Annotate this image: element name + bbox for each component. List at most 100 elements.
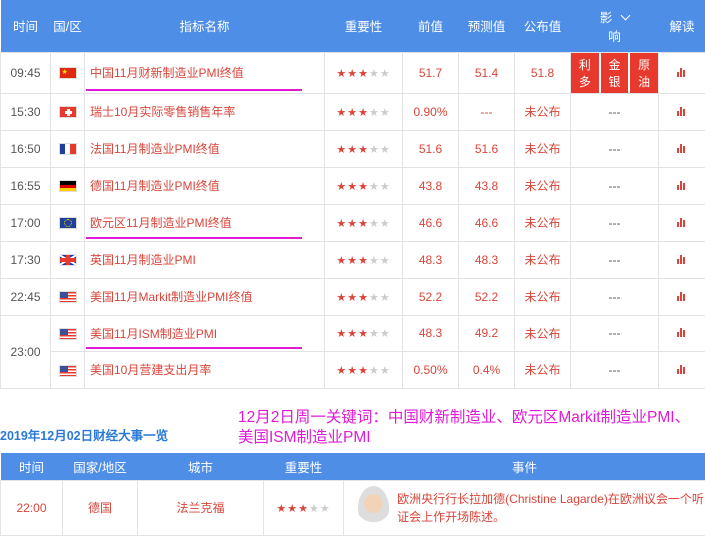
col-actual: 公布值 [515, 0, 571, 52]
table-row: 17:00欧元区11月制造业PMI终值★★★★★46.646.6未公布--- [1, 204, 705, 241]
table-row: 16:50法国11月制造业PMI终值★★★★★51.651.6未公布--- [1, 130, 705, 167]
ev-col-city: 城市 [138, 453, 264, 480]
us-flag-icon [59, 328, 77, 340]
keywords-text: 12月2日周一关键词：中国财新制造业、欧元区Markit制造业PMI、美国ISM… [238, 408, 698, 448]
row-actual: 未公布 [515, 130, 571, 167]
table-row: 09:45★中国11月财新制造业PMI终值★★★★★51.751.451.8利多… [1, 52, 705, 93]
row-interpret[interactable] [659, 93, 705, 130]
chevron-down-icon[interactable] [621, 10, 631, 20]
row-interpret[interactable] [659, 241, 705, 278]
ev-col-importance: 重要性 [264, 453, 344, 480]
bar-chart-icon[interactable] [677, 292, 687, 301]
row-actual: 未公布 [515, 315, 571, 352]
row-stars: ★★★★★ [325, 204, 403, 241]
row-time: 23:00 [1, 315, 51, 388]
row-previous: 48.3 [403, 315, 459, 352]
highlight-underline [86, 347, 302, 349]
row-flag [51, 352, 85, 389]
row-flag: ★ [51, 52, 85, 93]
row-time: 17:00 [1, 204, 51, 241]
row-previous: 43.8 [403, 167, 459, 204]
ev-col-time: 时间 [1, 453, 63, 480]
col-forecast: 预测值 [459, 0, 515, 52]
row-interpret[interactable] [659, 315, 705, 352]
event-text[interactable]: 欧洲央行行长拉加德(Christine Lagarde)在欧洲议会一个听证会上作… [397, 490, 705, 526]
row-previous: 0.50% [403, 352, 459, 389]
row-previous: 0.90% [403, 93, 459, 130]
impact-tag: 原油 [630, 53, 658, 93]
col-indicator: 指标名称 [85, 0, 325, 52]
row-previous: 48.3 [403, 241, 459, 278]
bar-chart-icon[interactable] [677, 144, 687, 153]
row-flag [51, 93, 85, 130]
row-indicator[interactable]: 美国11月Markit制造业PMI终值 [85, 278, 325, 315]
row-indicator[interactable]: 英国11月制造业PMI [85, 241, 325, 278]
table-header: 时间 国/区 指标名称 重要性 前值 预测值 公布值 影响 解读 [1, 0, 705, 52]
row-indicator[interactable]: 美国11月ISM制造业PMI [85, 315, 325, 352]
row-previous: 46.6 [403, 204, 459, 241]
row-stars: ★★★★★ [325, 352, 403, 389]
de-flag-icon [59, 180, 77, 192]
uk-flag-icon [59, 254, 77, 266]
row-indicator[interactable]: 瑞士10月实际零售销售年率 [85, 93, 325, 130]
row-interpret[interactable] [659, 130, 705, 167]
ev-col-country: 国家/地区 [63, 453, 138, 480]
bar-chart-icon[interactable] [677, 68, 687, 77]
row-impact: 利多金银原油 [571, 52, 659, 93]
bar-chart-icon[interactable] [677, 255, 687, 264]
event-stars: ★★★★★ [264, 480, 344, 535]
row-indicator[interactable]: 德国11月制造业PMI终值 [85, 167, 325, 204]
row-indicator[interactable]: 欧元区11月制造业PMI终值 [85, 204, 325, 241]
col-previous: 前值 [403, 0, 459, 52]
row-interpret[interactable] [659, 204, 705, 241]
event-row: 22:00 德国 法兰克福 ★★★★★ 欧洲央行行长拉加德(Christine … [1, 480, 705, 535]
row-indicator[interactable]: 中国11月财新制造业PMI终值 [85, 52, 325, 93]
event-time: 22:00 [1, 480, 63, 535]
col-region: 国/区 [51, 0, 85, 52]
section-title[interactable]: 2019年12月02日财经大事一览 [0, 425, 168, 444]
row-indicator[interactable]: 美国10月营建支出月率 [85, 352, 325, 389]
row-interpret[interactable] [659, 352, 705, 389]
row-time: 17:30 [1, 241, 51, 278]
impact-tag: 金银 [601, 53, 629, 93]
row-time: 22:45 [1, 278, 51, 315]
highlight-underline [86, 237, 302, 239]
ch-flag-icon [59, 106, 77, 118]
col-interpret: 解读 [659, 0, 705, 52]
row-flag [51, 204, 85, 241]
event-cell: 欧洲央行行长拉加德(Christine Lagarde)在欧洲议会一个听证会上作… [344, 480, 705, 535]
bar-chart-icon[interactable] [677, 181, 687, 190]
row-indicator[interactable]: 法国11月制造业PMI终值 [85, 130, 325, 167]
row-interpret[interactable] [659, 52, 705, 93]
bar-chart-icon[interactable] [677, 218, 687, 227]
event-city: 法兰克福 [138, 480, 264, 535]
row-forecast: 51.6 [459, 130, 515, 167]
col-time: 时间 [1, 0, 51, 52]
row-forecast: 46.6 [459, 204, 515, 241]
highlight-underline [86, 89, 302, 91]
row-stars: ★★★★★ [325, 315, 403, 352]
row-time: 16:50 [1, 130, 51, 167]
row-interpret[interactable] [659, 278, 705, 315]
us-flag-icon [59, 365, 77, 377]
row-time: 16:55 [1, 167, 51, 204]
row-impact: --- [571, 278, 659, 315]
row-impact: --- [571, 130, 659, 167]
row-stars: ★★★★★ [325, 167, 403, 204]
bar-chart-icon[interactable] [677, 107, 687, 116]
us-flag-icon [59, 291, 77, 303]
row-time: 09:45 [1, 52, 51, 93]
row-impact: --- [571, 167, 659, 204]
row-impact: --- [571, 315, 659, 352]
bar-chart-icon[interactable] [677, 328, 687, 337]
row-forecast: --- [459, 93, 515, 130]
row-impact: --- [571, 352, 659, 389]
row-interpret[interactable] [659, 167, 705, 204]
row-forecast: 51.4 [459, 52, 515, 93]
row-actual: 未公布 [515, 241, 571, 278]
col-impact[interactable]: 影响 [571, 0, 659, 52]
bar-chart-icon[interactable] [677, 365, 687, 374]
impact-label-bottom: 响 [608, 30, 621, 44]
avatar [358, 486, 389, 530]
section-banner: 2019年12月02日财经大事一览 12月2日周一关键词：中国财新制造业、欧元区… [0, 405, 705, 455]
